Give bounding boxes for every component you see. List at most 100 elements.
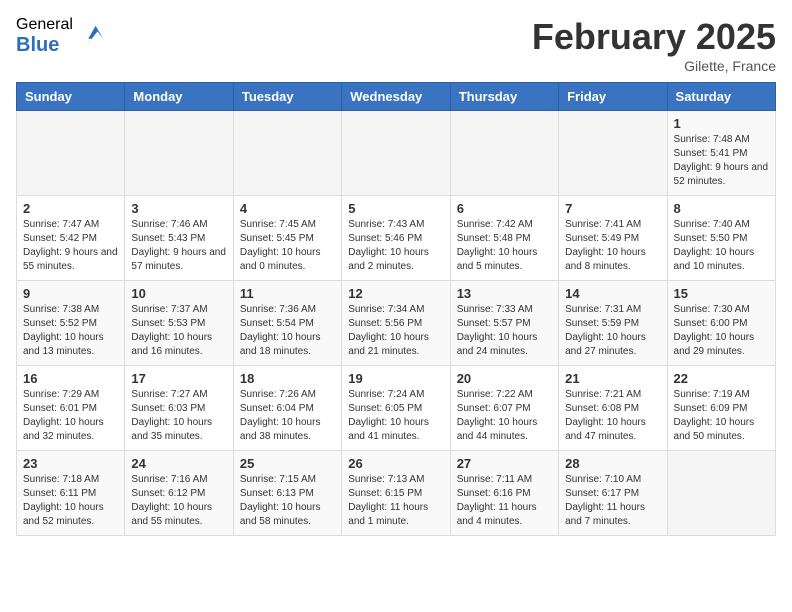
day-info: Sunrise: 7:10 AM Sunset: 6:17 PM Dayligh… <box>565 473 660 529</box>
calendar-day-cell: 7 Sunrise: 7:41 AM Sunset: 5:49 PM Daylig… <box>559 196 667 281</box>
calendar-day-cell: 18 Sunrise: 7:26 AM Sunset: 6:04 PM Dayli… <box>233 366 341 451</box>
calendar-day-cell: 3 Sunrise: 7:46 AM Sunset: 5:43 PM Daylig… <box>125 196 233 281</box>
day-info: Sunrise: 7:22 AM Sunset: 6:07 PM Dayligh… <box>457 388 552 444</box>
day-number: 12 <box>348 286 443 301</box>
calendar-day-cell: 2 Sunrise: 7:47 AM Sunset: 5:42 PM Daylig… <box>17 196 125 281</box>
day-number: 26 <box>348 456 443 471</box>
day-info: Sunrise: 7:16 AM Sunset: 6:12 PM Dayligh… <box>131 473 226 529</box>
day-info: Sunrise: 7:40 AM Sunset: 5:50 PM Dayligh… <box>674 218 769 274</box>
calendar-week-row: 9 Sunrise: 7:38 AM Sunset: 5:52 PM Daylig… <box>17 281 776 366</box>
day-info: Sunrise: 7:30 AM Sunset: 6:00 PM Dayligh… <box>674 303 769 359</box>
day-info: Sunrise: 7:18 AM Sunset: 6:11 PM Dayligh… <box>23 473 118 529</box>
day-number: 19 <box>348 371 443 386</box>
day-number: 18 <box>240 371 335 386</box>
day-info: Sunrise: 7:45 AM Sunset: 5:45 PM Dayligh… <box>240 218 335 274</box>
calendar-day-cell: 5Sunrise: 7:43 AM Sunset: 5:46 PM Daylig… <box>342 196 450 281</box>
day-number: 14 <box>565 286 660 301</box>
logo-blue: Blue <box>16 34 73 56</box>
calendar-day-cell: 9 Sunrise: 7:38 AM Sunset: 5:52 PM Daylig… <box>17 281 125 366</box>
month-title: February 2025 <box>532 16 776 58</box>
day-number: 15 <box>674 286 769 301</box>
day-info: Sunrise: 7:19 AM Sunset: 6:09 PM Dayligh… <box>674 388 769 444</box>
day-info: Sunrise: 7:41 AM Sunset: 5:49 PM Dayligh… <box>565 218 660 274</box>
day-of-week-header: Sunday <box>17 83 125 111</box>
day-number: 11 <box>240 286 335 301</box>
day-of-week-header: Saturday <box>667 83 775 111</box>
day-number: 22 <box>674 371 769 386</box>
day-number: 2 <box>23 201 118 216</box>
day-info: Sunrise: 7:31 AM Sunset: 5:59 PM Dayligh… <box>565 303 660 359</box>
calendar: SundayMondayTuesdayWednesdayThursdayFrid… <box>16 82 776 536</box>
day-info: Sunrise: 7:47 AM Sunset: 5:42 PM Dayligh… <box>23 218 118 274</box>
calendar-day-cell: 11 Sunrise: 7:36 AM Sunset: 5:54 PM Dayli… <box>233 281 341 366</box>
calendar-day-cell: 4 Sunrise: 7:45 AM Sunset: 5:45 PM Daylig… <box>233 196 341 281</box>
day-number: 25 <box>240 456 335 471</box>
day-number: 24 <box>131 456 226 471</box>
day-of-week-header: Friday <box>559 83 667 111</box>
calendar-day-cell: 15 Sunrise: 7:30 AM Sunset: 6:00 PM Dayli… <box>667 281 775 366</box>
calendar-day-cell <box>17 111 125 196</box>
day-info: Sunrise: 7:38 AM Sunset: 5:52 PM Dayligh… <box>23 303 118 359</box>
day-of-week-header: Thursday <box>450 83 558 111</box>
logo-icon <box>77 22 105 50</box>
day-number: 3 <box>131 201 226 216</box>
calendar-day-cell <box>342 111 450 196</box>
day-info: Sunrise: 7:42 AM Sunset: 5:48 PM Dayligh… <box>457 218 552 274</box>
day-number: 20 <box>457 371 552 386</box>
calendar-day-cell: 6 Sunrise: 7:42 AM Sunset: 5:48 PM Daylig… <box>450 196 558 281</box>
day-info: Sunrise: 7:46 AM Sunset: 5:43 PM Dayligh… <box>131 218 226 274</box>
day-number: 16 <box>23 371 118 386</box>
calendar-day-cell: 26 Sunrise: 7:13 AM Sunset: 6:15 PM Dayli… <box>342 451 450 536</box>
day-info: Sunrise: 7:21 AM Sunset: 6:08 PM Dayligh… <box>565 388 660 444</box>
day-of-week-header: Monday <box>125 83 233 111</box>
day-number: 17 <box>131 371 226 386</box>
logo-general: General <box>16 16 73 34</box>
day-number: 10 <box>131 286 226 301</box>
calendar-day-cell: 13Sunrise: 7:33 AM Sunset: 5:57 PM Dayli… <box>450 281 558 366</box>
calendar-day-cell: 24 Sunrise: 7:16 AM Sunset: 6:12 PM Dayli… <box>125 451 233 536</box>
calendar-day-cell: 10 Sunrise: 7:37 AM Sunset: 5:53 PM Dayli… <box>125 281 233 366</box>
calendar-day-cell: 27Sunrise: 7:11 AM Sunset: 6:16 PM Dayli… <box>450 451 558 536</box>
day-of-week-header: Wednesday <box>342 83 450 111</box>
day-number: 23 <box>23 456 118 471</box>
calendar-week-row: 23 Sunrise: 7:18 AM Sunset: 6:11 PM Dayli… <box>17 451 776 536</box>
calendar-day-cell <box>450 111 558 196</box>
day-info: Sunrise: 7:34 AM Sunset: 5:56 PM Dayligh… <box>348 303 443 359</box>
day-info: Sunrise: 7:29 AM Sunset: 6:01 PM Dayligh… <box>23 388 118 444</box>
calendar-day-cell: 17 Sunrise: 7:27 AM Sunset: 6:03 PM Dayli… <box>125 366 233 451</box>
day-number: 6 <box>457 201 552 216</box>
day-info: Sunrise: 7:26 AM Sunset: 6:04 PM Dayligh… <box>240 388 335 444</box>
calendar-day-cell: 23 Sunrise: 7:18 AM Sunset: 6:11 PM Dayli… <box>17 451 125 536</box>
day-number: 1 <box>674 116 769 131</box>
day-info: Sunrise: 7:43 AM Sunset: 5:46 PM Dayligh… <box>348 218 443 274</box>
location: Gilette, France <box>532 58 776 74</box>
calendar-week-row: 16 Sunrise: 7:29 AM Sunset: 6:01 PM Dayli… <box>17 366 776 451</box>
day-number: 13 <box>457 286 552 301</box>
day-number: 9 <box>23 286 118 301</box>
day-number: 8 <box>674 201 769 216</box>
title-section: February 2025 Gilette, France <box>532 16 776 74</box>
calendar-day-cell: 19 Sunrise: 7:24 AM Sunset: 6:05 PM Dayli… <box>342 366 450 451</box>
logo-text: General Blue <box>16 16 73 56</box>
calendar-day-cell: 20 Sunrise: 7:22 AM Sunset: 6:07 PM Dayli… <box>450 366 558 451</box>
day-number: 7 <box>565 201 660 216</box>
day-info: Sunrise: 7:13 AM Sunset: 6:15 PM Dayligh… <box>348 473 443 529</box>
day-number: 4 <box>240 201 335 216</box>
day-number: 27 <box>457 456 552 471</box>
day-info: Sunrise: 7:37 AM Sunset: 5:53 PM Dayligh… <box>131 303 226 359</box>
day-info: Sunrise: 7:27 AM Sunset: 6:03 PM Dayligh… <box>131 388 226 444</box>
calendar-day-cell: 14 Sunrise: 7:31 AM Sunset: 5:59 PM Dayli… <box>559 281 667 366</box>
calendar-day-cell: 16 Sunrise: 7:29 AM Sunset: 6:01 PM Dayli… <box>17 366 125 451</box>
calendar-day-cell: 12 Sunrise: 7:34 AM Sunset: 5:56 PM Dayli… <box>342 281 450 366</box>
calendar-day-cell <box>233 111 341 196</box>
calendar-day-cell: 28Sunrise: 7:10 AM Sunset: 6:17 PM Dayli… <box>559 451 667 536</box>
day-info: Sunrise: 7:36 AM Sunset: 5:54 PM Dayligh… <box>240 303 335 359</box>
day-info: Sunrise: 7:24 AM Sunset: 6:05 PM Dayligh… <box>348 388 443 444</box>
calendar-day-cell <box>559 111 667 196</box>
day-info: Sunrise: 7:48 AM Sunset: 5:41 PM Dayligh… <box>674 133 769 189</box>
calendar-day-cell: 21Sunrise: 7:21 AM Sunset: 6:08 PM Dayli… <box>559 366 667 451</box>
calendar-header-row: SundayMondayTuesdayWednesdayThursdayFrid… <box>17 83 776 111</box>
calendar-day-cell: 25Sunrise: 7:15 AM Sunset: 6:13 PM Dayli… <box>233 451 341 536</box>
calendar-day-cell: 8 Sunrise: 7:40 AM Sunset: 5:50 PM Daylig… <box>667 196 775 281</box>
logo: General Blue <box>16 16 105 56</box>
